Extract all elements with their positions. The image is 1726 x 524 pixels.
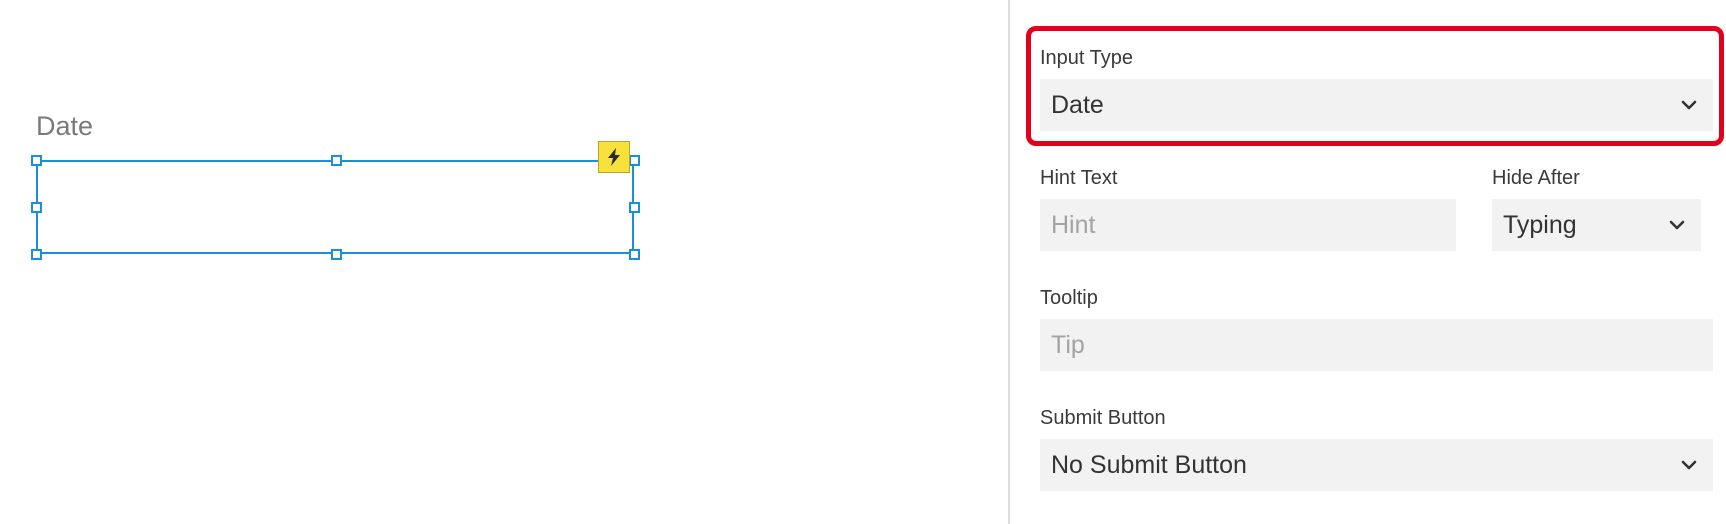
resize-handle-bottom-left[interactable] xyxy=(31,249,42,260)
lightning-icon[interactable] xyxy=(598,141,630,173)
submit-button-label: Submit Button xyxy=(1040,407,1166,429)
tooltip-label: Tooltip xyxy=(1040,287,1098,309)
hide-after-value: Typing xyxy=(1503,210,1577,239)
chevron-down-icon xyxy=(1669,220,1685,230)
hint-text-placeholder: Hint xyxy=(1051,210,1096,239)
submit-button-select[interactable]: No Submit Button xyxy=(1040,439,1713,491)
resize-handle-top-right[interactable] xyxy=(629,155,640,166)
resize-handle-bottom-right[interactable] xyxy=(629,249,640,260)
input-type-select[interactable]: Date xyxy=(1040,79,1713,131)
tooltip-input[interactable]: Tip xyxy=(1040,319,1713,371)
resize-handle-middle-right[interactable] xyxy=(629,202,640,213)
chevron-down-icon xyxy=(1681,100,1697,110)
chevron-down-icon xyxy=(1681,460,1697,470)
hide-after-label: Hide After xyxy=(1492,167,1580,189)
resize-handle-top-left[interactable] xyxy=(31,155,42,166)
tooltip-placeholder: Tip xyxy=(1051,330,1085,359)
input-type-value: Date xyxy=(1051,90,1104,119)
date-field-label[interactable]: Date xyxy=(36,111,93,142)
date-input-element[interactable] xyxy=(36,160,634,254)
hint-text-input[interactable]: Hint xyxy=(1040,199,1456,251)
hint-text-label: Hint Text xyxy=(1040,167,1118,189)
input-type-label: Input Type xyxy=(1040,47,1134,69)
submit-button-value: No Submit Button xyxy=(1051,450,1247,479)
resize-handle-bottom-middle[interactable] xyxy=(331,249,342,260)
hide-after-select[interactable]: Typing xyxy=(1492,199,1701,251)
resize-handle-top-middle[interactable] xyxy=(331,155,342,166)
resize-handle-middle-left[interactable] xyxy=(31,202,42,213)
properties-panel: Input Type Date Hint Text Hint Hide Afte… xyxy=(1010,0,1726,524)
design-canvas: Date xyxy=(0,0,1008,524)
